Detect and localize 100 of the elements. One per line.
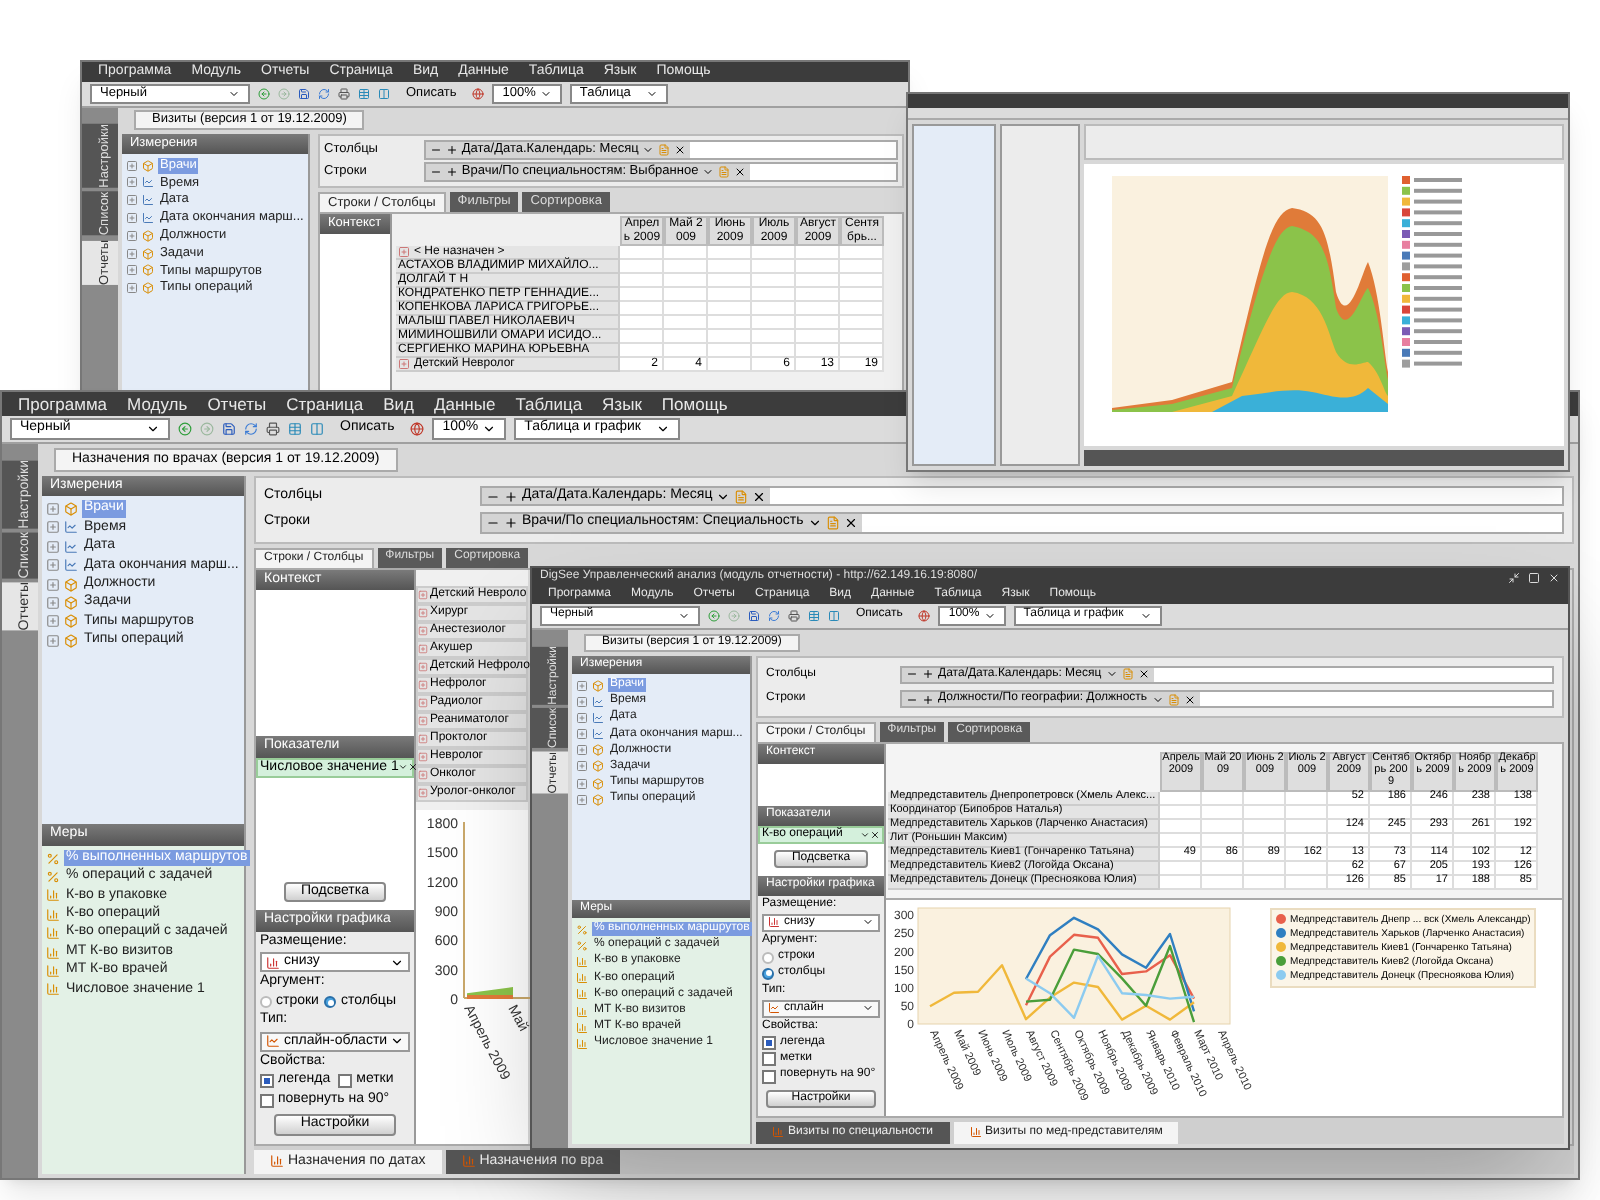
plus-icon[interactable] [922, 693, 935, 706]
plus-icon[interactable] [504, 516, 518, 531]
columns-icon[interactable] [378, 88, 390, 101]
expand-icon[interactable] [46, 596, 60, 610]
menu-item[interactable]: Язык [602, 394, 642, 415]
plus-icon[interactable] [445, 165, 458, 178]
back-icon[interactable] [708, 609, 720, 622]
menu-item[interactable]: Вид [383, 394, 414, 415]
close-icon[interactable] [674, 143, 687, 156]
checkbox[interactable] [762, 1069, 776, 1084]
expand-icon[interactable] [418, 625, 428, 636]
expand-icon[interactable] [46, 577, 60, 592]
refresh-icon[interactable] [768, 609, 780, 622]
expand-icon[interactable] [398, 357, 410, 370]
expand-icon[interactable] [46, 558, 60, 573]
close-icon[interactable] [734, 165, 747, 178]
radio-button[interactable] [260, 996, 272, 1009]
caret-icon[interactable] [398, 762, 409, 773]
expand-icon[interactable] [126, 212, 138, 225]
expand-icon[interactable] [126, 229, 138, 242]
expand-icon[interactable] [576, 679, 588, 692]
expand-icon[interactable] [126, 176, 138, 189]
expand-icon[interactable] [126, 194, 138, 207]
printer-icon[interactable] [266, 421, 280, 436]
expand-icon[interactable] [418, 661, 428, 672]
checkbox[interactable] [762, 1036, 776, 1051]
table-icon[interactable] [358, 88, 370, 101]
expand-icon[interactable] [418, 643, 428, 654]
report-icon [461, 1154, 476, 1169]
expand-icon[interactable] [418, 733, 428, 744]
printer-icon[interactable] [788, 609, 800, 622]
globe-icon[interactable] [918, 609, 931, 622]
expand-icon[interactable] [576, 793, 588, 806]
plus-icon[interactable] [445, 143, 458, 156]
expand-icon[interactable] [576, 777, 588, 790]
save-icon[interactable] [222, 421, 236, 436]
back-icon[interactable] [258, 88, 270, 101]
menu-item[interactable]: Модуль [127, 394, 188, 415]
expand-icon[interactable] [576, 711, 588, 724]
expand-icon[interactable] [46, 614, 60, 629]
expand-icon[interactable] [418, 697, 428, 708]
menu-item[interactable]: Таблица [515, 394, 583, 415]
maximize-icon[interactable] [1528, 571, 1540, 584]
globe-icon[interactable] [472, 88, 485, 101]
forward-icon[interactable] [278, 88, 290, 101]
checkbox[interactable] [260, 1074, 274, 1089]
radio-button[interactable] [762, 951, 774, 964]
caret-icon[interactable] [716, 489, 731, 504]
columns-icon[interactable] [310, 421, 324, 436]
refresh-icon[interactable] [244, 421, 258, 436]
caret-icon[interactable] [860, 829, 870, 840]
cube-icon [64, 577, 78, 592]
plus-icon[interactable] [922, 668, 935, 681]
menu-item[interactable]: Отчеты [207, 394, 267, 415]
expand-icon[interactable] [576, 760, 588, 773]
save-icon[interactable] [748, 609, 760, 622]
save-icon[interactable] [298, 88, 310, 101]
menu-item[interactable]: Страница [286, 394, 364, 415]
expand-icon[interactable] [576, 728, 588, 741]
menu-item[interactable]: Программа [18, 394, 108, 415]
expand-icon[interactable] [126, 264, 138, 277]
expand-icon[interactable] [418, 679, 428, 690]
checkbox[interactable] [762, 1052, 776, 1067]
menu-item[interactable]: Данные [434, 394, 496, 415]
radio-button[interactable] [324, 996, 337, 1009]
minimize-icon[interactable] [1508, 571, 1520, 584]
caret-icon[interactable] [807, 516, 822, 531]
table-icon[interactable] [288, 421, 302, 436]
expand-icon[interactable] [418, 589, 428, 600]
expand-icon[interactable] [576, 744, 588, 757]
expand-icon[interactable] [46, 539, 60, 554]
forward-icon[interactable] [200, 421, 214, 436]
close-icon[interactable] [752, 489, 767, 504]
expand-icon[interactable] [398, 245, 410, 258]
expand-icon[interactable] [126, 282, 138, 295]
globe-icon[interactable] [410, 421, 425, 436]
cube-icon [142, 247, 154, 260]
forward-icon[interactable] [728, 609, 740, 622]
table-icon[interactable] [808, 609, 820, 622]
columns-icon[interactable] [828, 609, 840, 622]
expand-icon[interactable] [418, 715, 428, 726]
expand-icon[interactable] [418, 607, 428, 618]
expand-icon[interactable] [576, 695, 588, 708]
close-icon[interactable] [1137, 668, 1150, 681]
back-icon[interactable] [178, 421, 192, 436]
expand-icon[interactable] [46, 520, 60, 535]
checkbox[interactable] [260, 1093, 274, 1108]
expand-icon[interactable] [418, 787, 428, 798]
radio-button[interactable] [762, 967, 774, 980]
plus-icon[interactable] [504, 489, 518, 504]
close-icon[interactable] [843, 516, 858, 531]
menu-item[interactable]: Помощь [661, 394, 728, 415]
expand-icon[interactable] [46, 502, 60, 517]
expand-icon[interactable] [126, 247, 138, 260]
printer-icon[interactable] [338, 88, 350, 101]
close-icon[interactable] [1183, 693, 1196, 706]
expand-icon[interactable] [126, 159, 138, 172]
expand-icon[interactable] [46, 633, 60, 648]
refresh-icon[interactable] [318, 88, 330, 101]
checkbox[interactable] [338, 1074, 353, 1089]
